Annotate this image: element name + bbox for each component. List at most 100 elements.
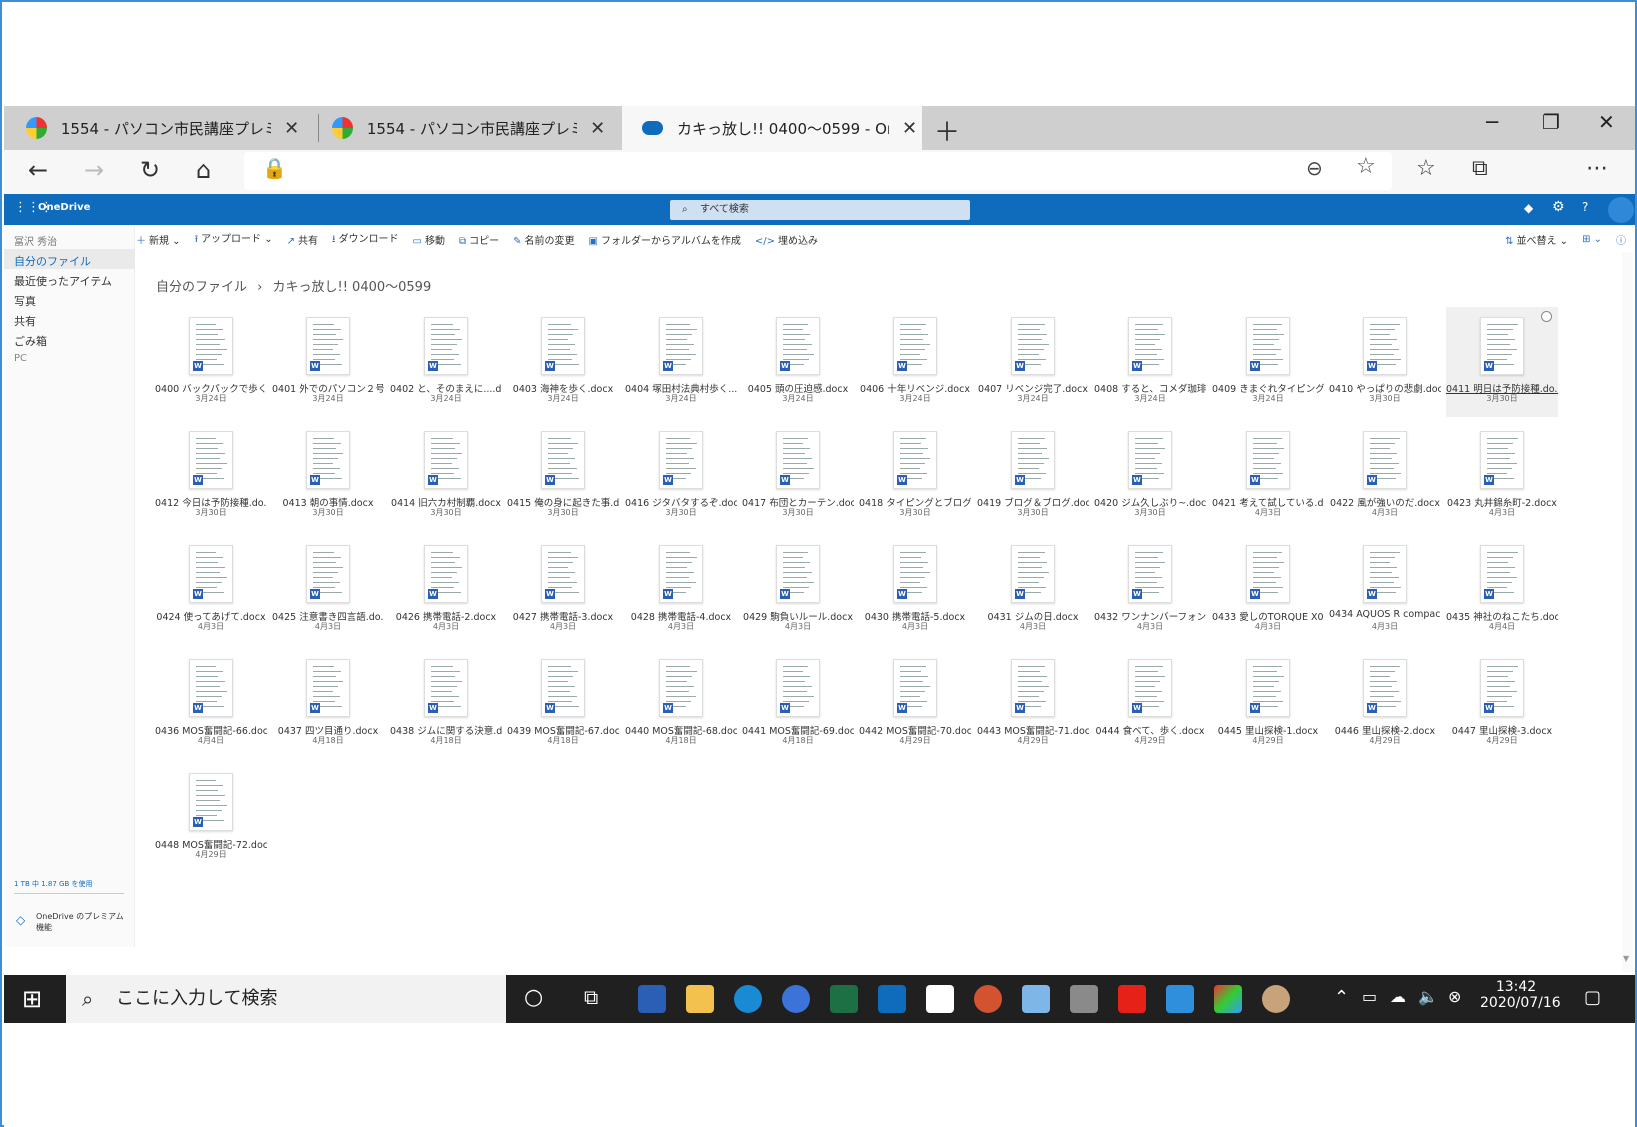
file-tile[interactable]: W 0404 塚田村法典村歩く... 3月24日 <box>625 307 737 417</box>
clock[interactable]: 13:42 2020/07/16 <box>1480 979 1561 1011</box>
file-tile[interactable]: W0409 きまぐれタイピング.do...3月24日 <box>1212 307 1324 417</box>
address-bar[interactable]: 🔒 ⊖ ☆ <box>244 152 1392 190</box>
file-tile[interactable]: W 0425 注意書き四言語.do... 4月3日 <box>272 535 384 645</box>
file-tile[interactable]: W 0430 携帯電話-5.docx 4月3日 <box>859 535 971 645</box>
close-tab-icon[interactable]: ✕ <box>585 118 610 139</box>
file-tile[interactable]: W 0446 里山探検-2.docx 4月29日 <box>1329 649 1441 759</box>
file-tile[interactable]: W 0442 MOS奮闘記-70.docx 4月29日 <box>859 649 971 759</box>
back-icon[interactable]: ← <box>28 156 48 184</box>
minimize-icon[interactable]: ─ <box>1486 110 1498 134</box>
file-tile[interactable]: W 0413 朝の事情.docx 3月30日 <box>272 421 384 531</box>
battery-icon[interactable]: ▭ <box>1362 987 1377 1006</box>
outlook-icon[interactable] <box>878 985 906 1013</box>
new-button[interactable]: ＋新規 ⌄ <box>136 232 181 247</box>
nav-item-shared[interactable]: 共有 <box>14 313 36 329</box>
volume-icon[interactable]: 🔈 <box>1418 987 1438 1006</box>
file-tile[interactable]: W 0436 MOS奮闘記-66.docx 4月4日 <box>155 649 267 759</box>
file-explorer-icon[interactable] <box>686 985 714 1013</box>
file-tile[interactable]: W 0419 ブログ＆ブログ.docx 3月30日 <box>977 421 1089 531</box>
collections-icon[interactable]: ⧉ <box>1472 156 1488 181</box>
file-tile[interactable]: W 0429 駒負いルール.docx 4月3日 <box>742 535 854 645</box>
edge-icon[interactable] <box>734 985 762 1013</box>
file-tile[interactable]: W0418 タイピングとブログ.docx3月30日 <box>859 421 971 531</box>
favorite-star-icon[interactable]: ☆ <box>1356 154 1376 179</box>
home-icon[interactable]: ⌂ <box>196 156 211 184</box>
file-tile[interactable]: W 0414 旧六カ村制覇.docx 3月30日 <box>390 421 502 531</box>
refresh-icon[interactable]: ↻ <box>140 156 160 184</box>
cortana-icon[interactable]: ○ <box>524 985 543 1010</box>
taskbar-search-input[interactable]: ⌕ ここに入力して検索 <box>66 975 506 1023</box>
file-tile[interactable]: W 0412 今日は予防接種.do... 3月30日 <box>155 421 267 531</box>
file-tile[interactable]: W 0405 頭の圧迫感.docx 3月24日 <box>742 307 854 417</box>
rename-button[interactable]: ✎ 名前の変更 <box>513 232 574 247</box>
nav-item-recent[interactable]: 最近使ったアイテム <box>14 273 112 289</box>
browser-tab[interactable]: 1554 - パソコン市民講座プレミアブロ ✕ <box>310 106 610 150</box>
create-album-button[interactable]: ▣ フォルダーからアルバムを作成 <box>589 232 741 247</box>
file-tile[interactable]: W 0438 ジムに関する決意.d... 4月18日 <box>390 649 502 759</box>
nav-item-my-files[interactable]: 自分のファイル <box>14 253 91 269</box>
premium-diamond-icon[interactable]: ◆ <box>1524 201 1533 215</box>
file-tile[interactable]: W 0444 食べて、歩く.docx 4月29日 <box>1094 649 1206 759</box>
file-tile[interactable]: W 0439 MOS奮闘記-67.docx 4月18日 <box>507 649 619 759</box>
paint-3d-icon[interactable] <box>1214 985 1242 1013</box>
powerpoint-icon[interactable] <box>974 985 1002 1013</box>
file-tile[interactable]: W0402 と、そのまえに....docx3月24日 <box>390 307 502 417</box>
file-tile[interactable]: W 0403 海神を歩く.docx 3月24日 <box>507 307 619 417</box>
file-tile[interactable]: W 0427 携帯電話-3.docx 4月3日 <box>507 535 619 645</box>
file-tile[interactable]: W0401 外でのパソコン２号....3月24日 <box>272 307 384 417</box>
file-tile[interactable]: W0408 すると、コメダ珈琲.d...3月24日 <box>1094 307 1206 417</box>
paint-palette-icon[interactable] <box>1262 985 1290 1013</box>
file-name[interactable]: 0434 AQUOS R compac... <box>1329 609 1441 620</box>
zoom-icon[interactable]: ⊖ <box>1306 156 1323 180</box>
file-tile[interactable]: W 0435 神社のねこたち.docx 4月4日 <box>1446 535 1558 645</box>
upload-button[interactable]: ⭱ アップロード ⌄ <box>195 230 273 249</box>
nav-item-recycle-bin[interactable]: ごみ箱 <box>14 333 47 349</box>
breadcrumb-root[interactable]: 自分のファイル <box>156 280 247 295</box>
browser-tab[interactable]: 1554 - パソコン市民講座プレミアブロ ✕ <box>4 106 304 150</box>
file-tile[interactable]: W 0416 ジタバタするぞ.docx 3月30日 <box>625 421 737 531</box>
help-icon[interactable]: ? <box>1582 200 1588 214</box>
scrollbar[interactable]: ▼ <box>1622 252 1633 972</box>
control-panel-icon[interactable] <box>1022 985 1050 1013</box>
printer-icon[interactable] <box>1070 985 1098 1013</box>
file-tile[interactable]: W 0431 ジムの日.docx 4月3日 <box>977 535 1089 645</box>
file-tile[interactable]: W 0420 ジム久しぶり~.docx 3月30日 <box>1094 421 1206 531</box>
file-tile[interactable]: W 0428 携帯電話-4.docx 4月3日 <box>625 535 737 645</box>
file-tile[interactable]: W 0407 リベンジ完了.docx 3月24日 <box>977 307 1089 417</box>
copy-button[interactable]: ⧉ コピー <box>459 232 499 247</box>
new-tab-button[interactable]: ＋ <box>934 112 960 149</box>
file-tile[interactable]: W0421 考えて試している.docx4月3日 <box>1212 421 1324 531</box>
file-tile[interactable]: W 0426 携帯電話-2.docx 4月3日 <box>390 535 502 645</box>
close-tab-icon[interactable]: ✕ <box>897 118 922 139</box>
word-icon[interactable] <box>638 985 666 1013</box>
file-tile[interactable]: W 0443 MOS奮闘記-71.docx 4月29日 <box>977 649 1089 759</box>
move-button[interactable]: ▭ 移動 <box>413 232 445 247</box>
people-icon[interactable] <box>782 985 810 1013</box>
restore-icon[interactable]: ❐ <box>1542 110 1560 134</box>
file-tile[interactable]: W 0410 やっぱりの悲劇.docx 3月30日 <box>1329 307 1441 417</box>
file-tile[interactable]: W 0417 布団とカーテン.docx 3月30日 <box>742 421 854 531</box>
youtube-icon[interactable] <box>1118 985 1146 1013</box>
file-tile[interactable]: W 0437 四ツ目通り.docx 4月18日 <box>272 649 384 759</box>
view-options-icon[interactable]: ⊞ ⌄ <box>1582 234 1602 245</box>
storage-usage[interactable]: 1 TB 中 1.87 GB を使用 <box>14 879 92 889</box>
photos-icon[interactable] <box>1166 985 1194 1013</box>
file-tile[interactable]: W 0415 俺の身に起きた事.d... 3月30日 <box>507 421 619 531</box>
nav-item-photos[interactable]: 写真 <box>14 293 36 309</box>
network-disconnected-icon[interactable]: ⊗ <box>1448 987 1461 1006</box>
settings-gear-icon[interactable]: ⚙ <box>1552 199 1565 215</box>
search-input[interactable]: ⌕ すべて検索 <box>670 200 970 220</box>
file-tile[interactable]: W 0448 MOS奮闘記-72.docx 4月29日 <box>155 763 267 873</box>
file-tile[interactable]: W 0422 風が強いのだ.docx 4月3日 <box>1329 421 1441 531</box>
file-tile[interactable]: W 0424 使ってあげて.docx 4月3日 <box>155 535 267 645</box>
select-checkbox[interactable] <box>1541 311 1552 322</box>
share-button[interactable]: ↗ 共有 <box>287 232 318 247</box>
file-tile[interactable]: W 0441 MOS奮闘記-69.docx 4月18日 <box>742 649 854 759</box>
amazon-icon[interactable] <box>926 985 954 1013</box>
nav-item-pc[interactable]: PC <box>14 353 27 364</box>
start-windows-icon[interactable]: ⊞ <box>22 985 42 1013</box>
scroll-down-icon[interactable]: ▼ <box>1623 954 1629 963</box>
file-tile[interactable]: W 0434 AQUOS R compac... 4月3日 <box>1329 535 1441 645</box>
sort-button[interactable]: ⇅ 並べ替え ⌄ <box>1505 232 1568 247</box>
embed-button[interactable]: </> 埋め込み <box>755 232 818 247</box>
